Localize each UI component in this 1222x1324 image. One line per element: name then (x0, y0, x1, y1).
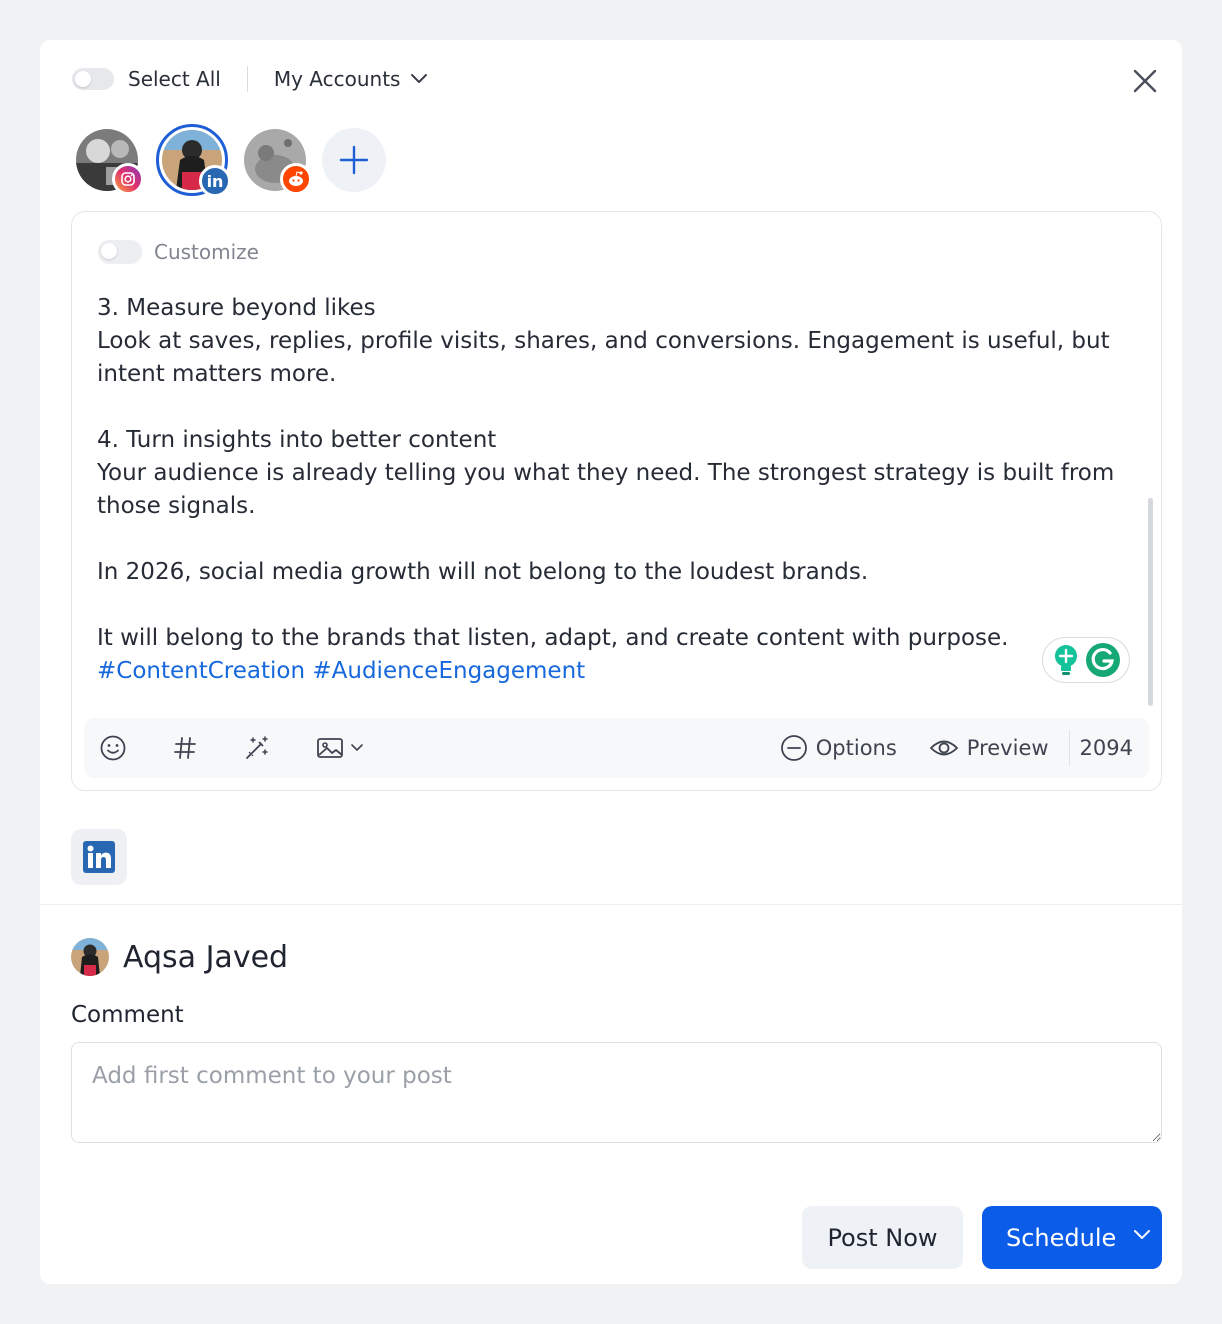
preview-button[interactable]: Preview (929, 736, 1049, 760)
smile-icon (100, 735, 126, 761)
author-row: Aqsa Javed (71, 938, 288, 976)
customize-label: Customize (154, 240, 259, 264)
minus-circle-icon (780, 735, 807, 761)
select-all-toggle[interactable] (72, 68, 114, 90)
post-hashtags: #ContentCreation #AudienceEngagement (97, 658, 586, 684)
schedule-button[interactable]: Schedule (982, 1206, 1162, 1269)
emoji-button[interactable] (95, 730, 131, 766)
account-avatar-reddit[interactable] (244, 129, 312, 195)
header-divider (246, 66, 248, 92)
chevron-down-icon (351, 744, 363, 752)
hashtag-icon (174, 737, 196, 759)
grammarly-widget[interactable] (1042, 637, 1130, 683)
ai-magic-button[interactable] (239, 730, 275, 766)
account-selector: in (76, 124, 386, 197)
first-comment-input[interactable] (71, 1042, 1162, 1143)
author-name: Aqsa Javed (123, 939, 289, 975)
post-text-area[interactable]: 3. Measure beyond likes Look at saves, r… (97, 292, 1127, 688)
compose-modal: Select All My Accounts in Customize 3. M… (40, 40, 1182, 1284)
customize-toggle[interactable] (98, 240, 142, 264)
options-button[interactable]: Options (780, 734, 897, 762)
linkedin-preview-tab[interactable] (71, 829, 127, 885)
modal-header: Select All My Accounts (72, 64, 428, 94)
instagram-badge-icon (112, 163, 144, 195)
add-account-button[interactable] (322, 128, 386, 192)
comment-label: Comment (71, 1002, 184, 1028)
chevron-down-icon[interactable] (1132, 1228, 1152, 1242)
magic-wand-icon (246, 736, 268, 759)
grammarly-icon (1085, 643, 1120, 677)
toolbar-right: Options Preview 2094 (780, 718, 1149, 778)
editor-scrollbar[interactable] (1148, 498, 1153, 706)
image-icon (317, 738, 343, 758)
media-button[interactable] (310, 730, 370, 766)
linkedin-badge-icon: in (199, 165, 231, 197)
post-editor: Customize 3. Measure beyond likes Look a… (71, 211, 1162, 791)
account-avatar-linkedin[interactable]: in (156, 124, 231, 197)
options-label: Options (815, 736, 897, 760)
editor-toolbar: Options Preview 2094 (84, 718, 1149, 778)
schedule-label: Schedule (1006, 1223, 1117, 1252)
post-now-button[interactable]: Post Now (802, 1206, 963, 1269)
close-icon[interactable] (1132, 68, 1158, 94)
customize-control: Customize (98, 240, 259, 264)
reddit-badge-icon (280, 163, 312, 195)
plus-icon (339, 145, 369, 175)
post-body: 3. Measure beyond likes Look at saves, r… (97, 295, 1115, 651)
lightbulb-icon (1054, 645, 1077, 675)
section-divider (40, 904, 1182, 905)
account-avatar-instagram[interactable] (76, 129, 144, 195)
hashtag-button[interactable] (167, 730, 203, 766)
eye-icon (929, 740, 959, 756)
my-accounts-label: My Accounts (273, 67, 401, 91)
linkedin-icon (83, 841, 115, 873)
chevron-down-icon (411, 74, 428, 83)
preview-label: Preview (966, 736, 1049, 760)
my-accounts-dropdown[interactable]: My Accounts (274, 67, 429, 91)
select-all-label: Select All (128, 67, 221, 91)
avatar (71, 938, 109, 976)
character-count: 2094 (1068, 730, 1149, 766)
